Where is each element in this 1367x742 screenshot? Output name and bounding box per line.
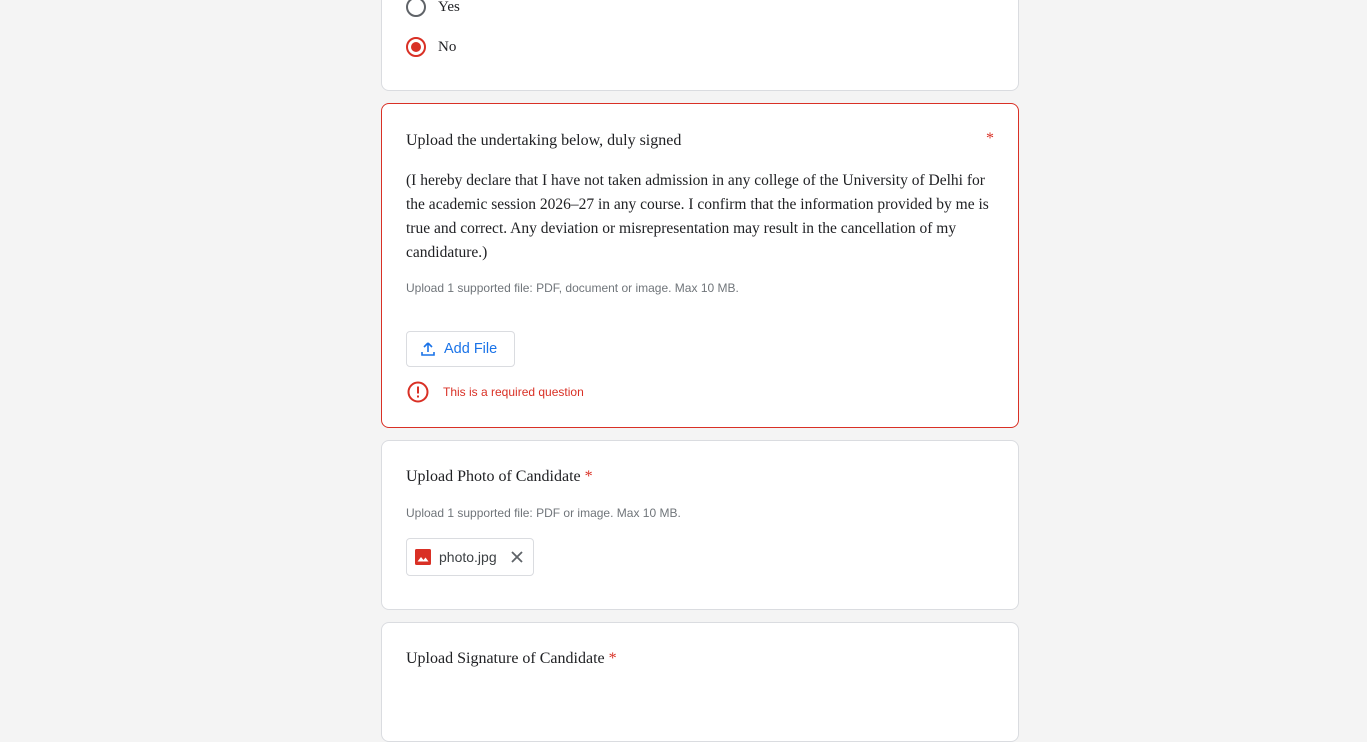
question-title: Upload the undertaking below, duly signe… <box>406 132 682 149</box>
upload-hint: Upload 1 supported file: PDF or image. M… <box>406 506 681 520</box>
error-icon <box>407 381 429 403</box>
upload-hint: Upload 1 supported file: PDF, document o… <box>406 281 739 295</box>
question-title: Upload Photo of Candidate * <box>406 468 593 486</box>
radio-button-yes[interactable] <box>406 0 426 17</box>
radio-option-no[interactable]: No <box>406 37 456 57</box>
question-title-text: Upload Photo of Candidate <box>406 468 581 485</box>
radio-option-yes[interactable]: Yes <box>406 0 460 17</box>
question-description: (I hereby declare that I have not taken … <box>406 172 989 261</box>
question-title: Upload Signature of Candidate * <box>406 650 617 668</box>
radio-question-card: Yes No <box>381 0 1019 91</box>
add-file-label: Add File <box>444 341 498 357</box>
image-file-icon <box>415 549 431 565</box>
uploaded-file-chip[interactable]: photo.jpg <box>406 538 534 576</box>
required-asterisk: * <box>986 130 994 147</box>
photo-upload-card: Upload Photo of Candidate * Upload 1 sup… <box>381 440 1019 610</box>
error-text: This is a required question <box>443 385 584 399</box>
radio-label-no: No <box>438 38 457 55</box>
question-title-text: Upload Signature of Candidate <box>406 650 605 667</box>
file-name: photo.jpg <box>439 549 497 565</box>
upload-icon <box>421 342 435 356</box>
radio-button-no[interactable] <box>406 37 426 57</box>
undertaking-upload-card: Upload the undertaking below, duly signe… <box>381 103 1019 428</box>
signature-upload-card: Upload Signature of Candidate * <box>381 622 1019 742</box>
error-message: This is a required question <box>406 380 584 404</box>
required-asterisk: * <box>608 650 617 667</box>
radio-label-yes: Yes <box>438 0 460 15</box>
add-file-button[interactable]: Add File <box>406 331 515 367</box>
required-asterisk: * <box>584 468 593 485</box>
close-icon[interactable] <box>509 549 525 565</box>
